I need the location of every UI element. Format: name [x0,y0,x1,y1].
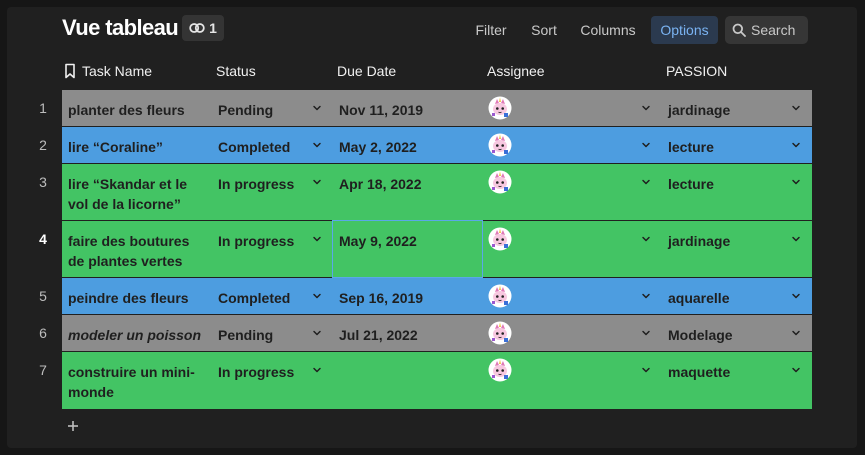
unicorn-avatar-icon[interactable] [488,358,512,382]
chevron-down-icon[interactable] [641,140,651,150]
unicorn-avatar-icon[interactable] [488,96,512,120]
chevron-down-icon[interactable] [312,328,322,338]
task-name-cell[interactable]: planter des fleurs [68,100,208,120]
view-title-area: Vue tableau 1 [62,14,224,42]
column-header-due-date[interactable]: Due Date [337,60,396,82]
row-number: 3 [39,174,47,190]
table-row[interactable]: peindre des fleurs Completed Sep 16, 2019 a… [62,278,812,314]
status-cell[interactable]: In progress [218,362,318,382]
unicorn-avatar-icon[interactable] [488,321,512,345]
task-name-cell[interactable]: lire “Skandar et le vol de la licorne” [68,174,208,214]
row-number: 7 [39,362,47,378]
chevron-down-icon[interactable] [641,103,651,113]
column-header-label: Task Name [82,63,153,79]
chevron-down-icon[interactable] [312,140,322,150]
table-row[interactable]: faire des boutures de plantes vertes In p… [62,221,812,277]
task-name-cell[interactable]: construire un mini-monde [68,362,208,402]
task-name-cell[interactable]: modeler un poisson [68,325,208,345]
chevron-down-icon[interactable] [791,103,801,113]
due-date-cell[interactable]: Apr 18, 2022 [339,174,479,194]
due-date-cell[interactable]: May 9, 2022 [339,231,479,251]
row-number: 1 [39,100,47,116]
chevron-down-icon[interactable] [791,365,801,375]
status-cell[interactable]: In progress [218,174,318,194]
bookmark-icon [65,63,75,79]
chevron-down-icon[interactable] [791,140,801,150]
row-number: 6 [39,325,47,341]
chevron-down-icon[interactable] [312,103,322,113]
chevron-down-icon[interactable] [312,234,322,244]
due-date-cell[interactable]: Jul 21, 2022 [339,325,479,345]
task-name-cell[interactable]: lire “Coraline” [68,137,208,157]
passion-cell[interactable]: jardinage [668,231,788,251]
columns-button[interactable]: Columns [574,16,642,44]
link-count: 1 [209,20,217,36]
column-header-assignee[interactable]: Assignee [487,60,545,82]
chevron-down-icon[interactable] [641,177,651,187]
search-label: Search [751,22,796,38]
status-cell[interactable]: In progress [218,231,318,251]
add-row-button[interactable] [67,417,79,435]
chevron-down-icon[interactable] [791,328,801,338]
task-name-cell[interactable]: peindre des fleurs [68,288,208,308]
status-cell[interactable]: Completed [218,288,318,308]
unicorn-avatar-icon[interactable] [488,170,512,194]
table-row[interactable]: lire “Coraline” Completed May 2, 2022 lectu… [62,127,812,163]
chevron-down-icon[interactable] [641,365,651,375]
chevron-down-icon[interactable] [641,234,651,244]
chevron-down-icon[interactable] [312,177,322,187]
status-cell[interactable]: Pending [218,100,318,120]
column-header-task-name[interactable]: Task Name [64,60,152,82]
chevron-down-icon[interactable] [641,291,651,301]
chevron-down-icon[interactable] [791,234,801,244]
chevron-down-icon[interactable] [791,177,801,187]
options-button[interactable]: Options [651,16,718,44]
search-icon [732,23,746,37]
unicorn-avatar-icon[interactable] [488,284,512,308]
unicorn-avatar-icon[interactable] [488,133,512,157]
column-header-status[interactable]: Status [216,60,256,82]
passion-cell[interactable]: Modelage [668,325,788,345]
due-date-cell[interactable]: Sep 16, 2019 [339,288,479,308]
status-cell[interactable]: Completed [218,137,318,157]
passion-cell[interactable]: maquette [668,362,788,382]
sort-button[interactable]: Sort [524,16,564,44]
passion-cell[interactable]: lecture [668,174,788,194]
table-row[interactable]: modeler un poisson Pending Jul 21, 2022 Mod… [62,315,812,351]
passion-cell[interactable]: lecture [668,137,788,157]
status-cell[interactable]: Pending [218,325,318,345]
unicorn-avatar-icon[interactable] [488,227,512,251]
column-header-passion[interactable]: PASSION [666,60,727,82]
page-title: Vue tableau [62,15,179,40]
due-date-cell[interactable]: May 2, 2022 [339,137,479,157]
table-row[interactable]: construire un mini-monde In progress maque… [62,352,812,409]
chevron-down-icon[interactable] [312,365,322,375]
row-number: 4 [39,231,47,247]
row-number: 2 [39,137,47,153]
task-name-cell[interactable]: faire des boutures de plantes vertes [68,231,208,271]
chevron-down-icon[interactable] [791,291,801,301]
chevron-down-icon[interactable] [641,328,651,338]
passion-cell[interactable]: jardinage [668,100,788,120]
row-number: 5 [39,288,47,304]
filter-button[interactable]: Filter [468,16,514,44]
table-row[interactable]: lire “Skandar et le vol de la licorne” In… [62,164,812,220]
plus-icon [68,421,78,431]
due-date-cell[interactable]: Nov 11, 2019 [339,100,479,120]
search-button[interactable]: Search [725,16,808,44]
passion-cell[interactable]: aquarelle [668,288,788,308]
link-count-badge[interactable]: 1 [182,15,224,41]
chevron-down-icon[interactable] [312,291,322,301]
table-row[interactable]: planter des fleurs Pending Nov 11, 2019 jar… [62,90,812,126]
link-icon [189,23,205,33]
